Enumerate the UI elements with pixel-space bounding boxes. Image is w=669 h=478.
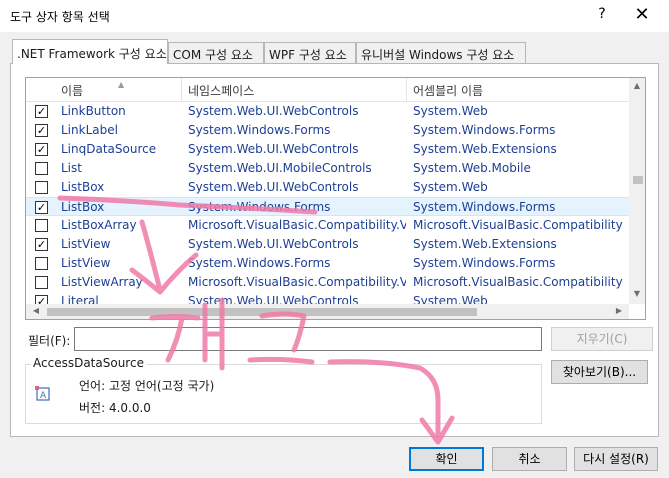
- list-row[interactable]: List System.Web.UI.MobileControls System…: [26, 159, 629, 178]
- row-name: LinkLabel: [61, 123, 118, 137]
- row-namespace: System.Web.UI.WebControls: [188, 294, 359, 304]
- sort-ascending-icon: ▲: [118, 80, 125, 89]
- row-assembly: System.Windows.Forms: [413, 200, 556, 214]
- list-rows: ✓ LinkButton System.Web.UI.WebControls S…: [26, 102, 629, 304]
- tab-net-framework[interactable]: .NET Framework 구성 요소: [12, 39, 168, 64]
- filter-input[interactable]: [74, 327, 542, 351]
- scroll-down-arrow-icon[interactable]: ▼: [629, 289, 645, 298]
- row-assembly: System.Windows.Forms: [413, 256, 556, 270]
- row-assembly: Microsoft.VisualBasic.Compatibility: [413, 218, 623, 232]
- tab-com[interactable]: COM 구성 요소: [168, 42, 264, 63]
- row-checkbox[interactable]: [35, 181, 48, 194]
- row-checkbox[interactable]: ✓: [35, 238, 48, 251]
- row-assembly: System.Web: [413, 180, 488, 194]
- svg-text:A: A: [40, 391, 47, 401]
- row-assembly: System.Windows.Forms: [413, 123, 556, 137]
- cancel-button[interactable]: 취소: [492, 447, 567, 471]
- list-header: 이름 ▲ 네임스페이스 어셈블리 이름: [26, 78, 629, 102]
- browse-button[interactable]: 찾아보기(B)...: [551, 360, 648, 384]
- row-assembly: System.Web.Extensions: [413, 237, 557, 251]
- component-icon: A: [35, 386, 50, 401]
- component-list[interactable]: 이름 ▲ 네임스페이스 어셈블리 이름 ✓ LinkButton System.…: [25, 77, 646, 320]
- row-name: ListViewArray: [61, 275, 143, 289]
- list-row[interactable]: ✓ LinqDataSource System.Web.UI.WebContro…: [26, 140, 629, 159]
- column-header-assembly[interactable]: 어셈블리 이름: [413, 82, 483, 99]
- row-namespace: System.Web.UI.WebControls: [188, 104, 359, 118]
- scroll-right-arrow-icon[interactable]: ▶: [611, 306, 627, 315]
- vertical-scrollbar[interactable]: ▲ ▼: [629, 78, 645, 304]
- column-header-name[interactable]: 이름: [61, 82, 83, 99]
- row-checkbox[interactable]: ✓: [35, 105, 48, 118]
- row-checkbox[interactable]: [35, 276, 48, 289]
- list-row[interactable]: ✓ LinkButton System.Web.UI.WebControls S…: [26, 102, 629, 121]
- scroll-left-arrow-icon[interactable]: ◀: [28, 306, 44, 315]
- list-row[interactable]: ✓ Literal System.Web.UI.WebControls Syst…: [26, 292, 629, 304]
- row-checkbox[interactable]: [35, 162, 48, 175]
- row-namespace: System.Windows.Forms: [188, 123, 331, 137]
- horizontal-scroll-thumb[interactable]: [47, 308, 477, 316]
- vertical-scroll-thumb[interactable]: [633, 176, 643, 184]
- row-namespace: System.Web.UI.WebControls: [188, 180, 359, 194]
- row-name: Literal: [61, 294, 99, 304]
- row-name: LinqDataSource: [61, 142, 157, 156]
- version-line: 버전: 4.0.0.0: [79, 401, 151, 415]
- list-row[interactable]: ✓ LinkLabel System.Windows.Forms System.…: [26, 121, 629, 140]
- row-name: ListBoxArray: [61, 218, 137, 232]
- title-bar: 도구 상자 항목 선택 ? ✕: [0, 0, 669, 32]
- close-button[interactable]: ✕: [632, 4, 652, 25]
- filter-label: 필터(F):: [28, 334, 71, 348]
- column-divider[interactable]: [181, 78, 182, 101]
- column-header-namespace[interactable]: 네임스페이스: [188, 82, 254, 99]
- row-name: ListBox: [61, 180, 105, 194]
- list-row[interactable]: ✓ ListView System.Web.UI.WebControls Sys…: [26, 235, 629, 254]
- details-group-title: AccessDataSource: [31, 356, 146, 370]
- list-row[interactable]: ListView System.Windows.Forms System.Win…: [26, 254, 629, 273]
- list-row[interactable]: ListBoxArray Microsoft.VisualBasic.Compa…: [26, 216, 629, 235]
- row-namespace: Microsoft.VisualBasic.Compatibility.VB6: [188, 218, 406, 232]
- row-checkbox[interactable]: [35, 219, 48, 232]
- row-namespace: System.Windows.Forms: [188, 256, 331, 270]
- row-namespace: System.Windows.Forms: [188, 200, 331, 214]
- row-checkbox[interactable]: ✓: [35, 124, 48, 137]
- horizontal-scrollbar[interactable]: ◀ ▶: [26, 304, 629, 319]
- ok-button[interactable]: 확인: [409, 447, 484, 471]
- language-line: 언어: 고정 언어(고정 국가): [79, 379, 215, 393]
- row-namespace: Microsoft.VisualBasic.Compatibility.VB6: [188, 275, 406, 289]
- row-namespace: System.Web.UI.WebControls: [188, 237, 359, 251]
- tab-universal-windows[interactable]: 유니버설 Windows 구성 요소: [356, 42, 526, 63]
- row-checkbox[interactable]: ✓: [35, 295, 48, 304]
- column-divider[interactable]: [406, 78, 407, 101]
- row-assembly: System.Web.Mobile: [413, 161, 531, 175]
- row-assembly: Microsoft.VisualBasic.Compatibility: [413, 275, 623, 289]
- window-title: 도구 상자 항목 선택: [10, 10, 110, 24]
- row-name: ListView: [61, 237, 111, 251]
- row-name: ListBox: [61, 200, 105, 214]
- row-checkbox[interactable]: [35, 257, 48, 270]
- row-checkbox[interactable]: ✓: [35, 201, 48, 214]
- tab-wpf[interactable]: WPF 구성 요소: [264, 42, 356, 63]
- reset-button[interactable]: 다시 설정(R): [574, 447, 658, 471]
- row-checkbox[interactable]: ✓: [35, 143, 48, 156]
- row-name: LinkButton: [61, 104, 126, 118]
- help-button[interactable]: ?: [592, 6, 612, 22]
- row-name: ListView: [61, 256, 111, 270]
- list-row[interactable]: ListBox System.Web.UI.WebControls System…: [26, 178, 629, 197]
- list-row[interactable]: ListViewArray Microsoft.VisualBasic.Comp…: [26, 273, 629, 292]
- scroll-up-arrow-icon[interactable]: ▲: [629, 81, 645, 90]
- tab-label: 유니버설 Windows 구성 요소: [361, 48, 515, 62]
- row-assembly: System.Web.Extensions: [413, 142, 557, 156]
- tab-label: .NET Framework 구성 요소: [17, 47, 167, 61]
- row-assembly: System.Web: [413, 294, 488, 304]
- row-name: List: [61, 161, 82, 175]
- row-namespace: System.Web.UI.WebControls: [188, 142, 359, 156]
- clear-button[interactable]: 지우기(C): [551, 327, 653, 351]
- row-namespace: System.Web.UI.MobileControls: [188, 161, 372, 175]
- row-assembly: System.Web: [413, 104, 488, 118]
- list-row-selected[interactable]: ✓ ListBox System.Windows.Forms System.Wi…: [26, 197, 629, 216]
- tab-label: WPF 구성 요소: [269, 48, 347, 62]
- tab-label: COM 구성 요소: [173, 48, 253, 62]
